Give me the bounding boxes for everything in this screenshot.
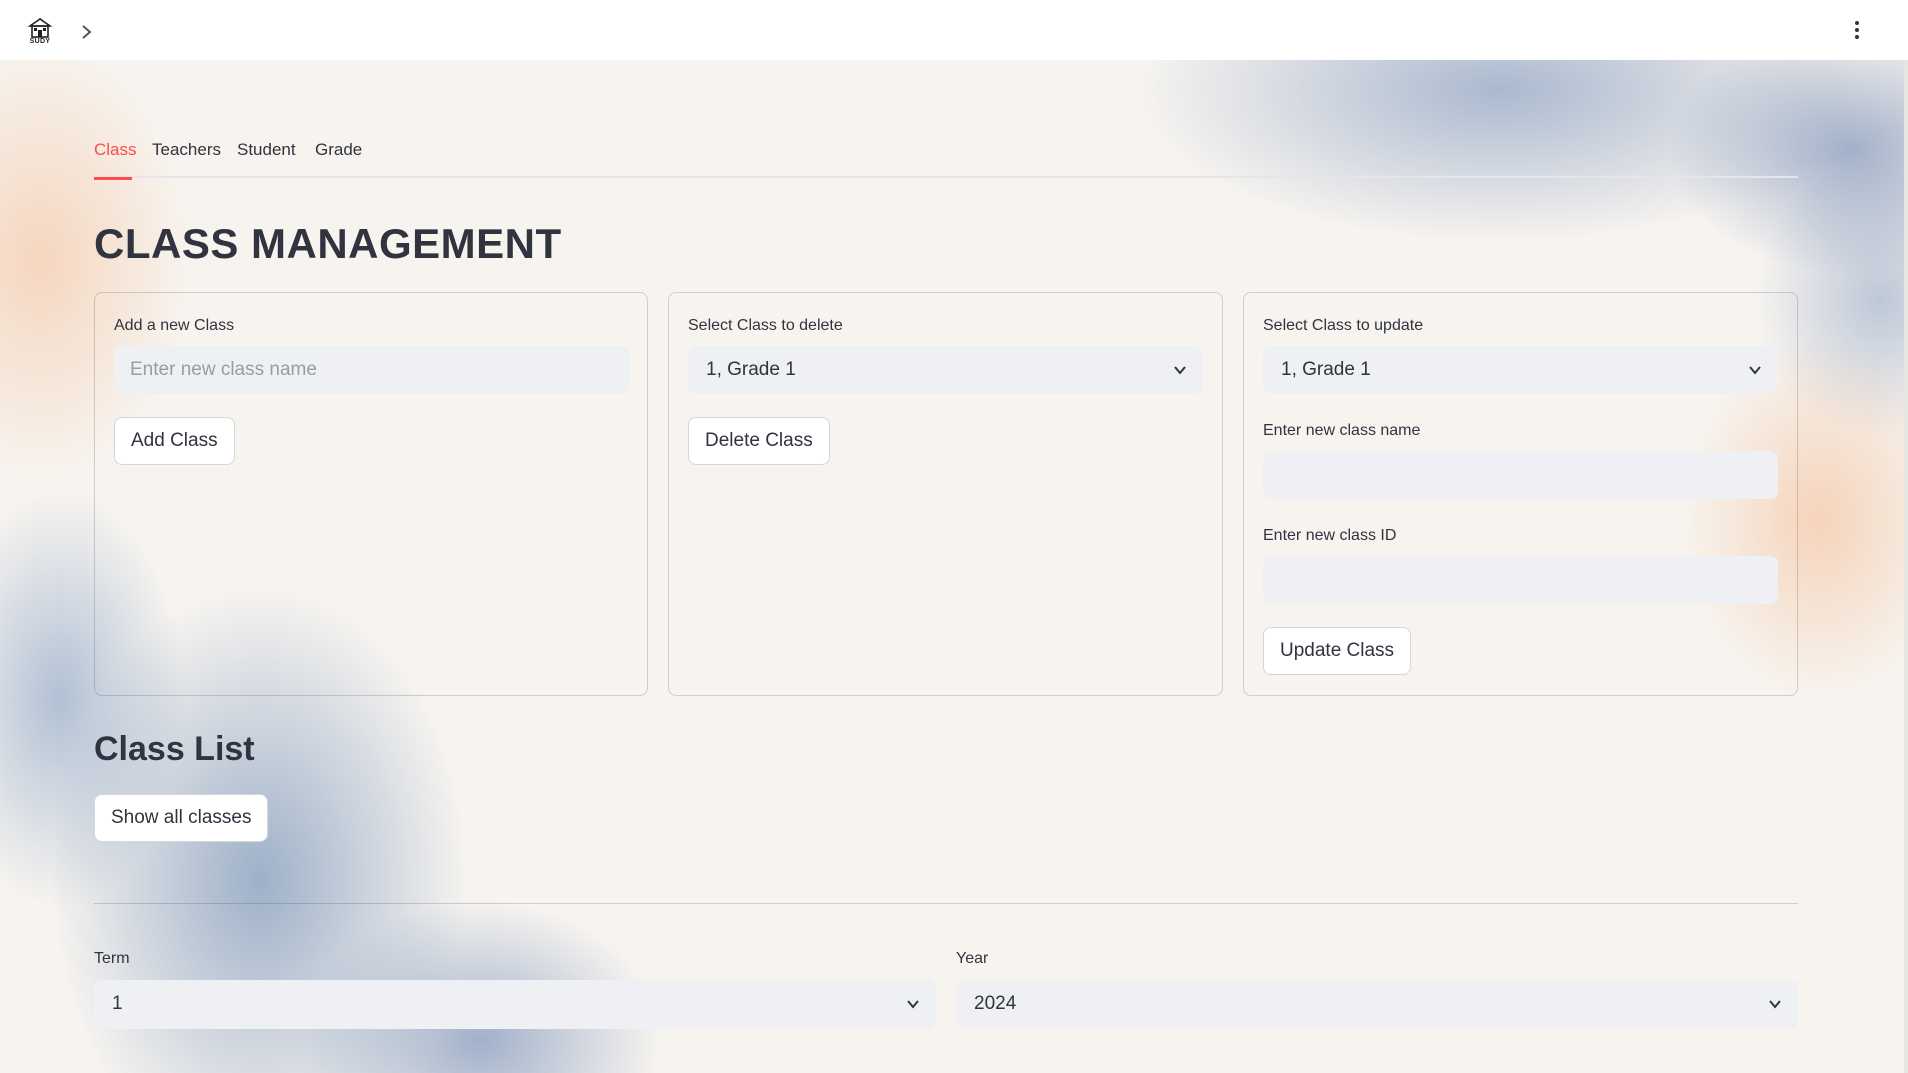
divider xyxy=(94,903,1798,904)
term-select[interactable]: 1 xyxy=(94,980,936,1029)
term-label: Term xyxy=(94,950,130,967)
update-class-id-input[interactable] xyxy=(1263,556,1778,604)
show-all-classes-button[interactable]: Show all classes xyxy=(94,794,269,842)
delete-class-button[interactable]: Delete Class xyxy=(688,417,830,465)
tab-student[interactable]: Student xyxy=(237,138,296,178)
update-class-select[interactable]: 1, Grade 1 xyxy=(1263,346,1778,394)
year-selected: 2024 xyxy=(974,993,1017,1014)
delete-class-label: Select Class to delete xyxy=(688,317,843,334)
tab-class[interactable]: Class xyxy=(94,138,137,180)
delete-class-select[interactable]: 1, Grade 1 xyxy=(688,346,1203,394)
update-class-selected: 1, Grade 1 xyxy=(1281,359,1371,380)
update-class-name-input[interactable] xyxy=(1263,451,1778,499)
tab-label: Teachers xyxy=(152,140,221,159)
tab-label: Student xyxy=(237,140,296,159)
top-bar: SUDY xyxy=(0,0,1908,60)
add-class-label: Add a new Class xyxy=(114,317,235,334)
add-class-card: Add a new Class Add Class xyxy=(94,292,648,696)
year-label: Year xyxy=(956,950,989,967)
delete-class-selected: 1, Grade 1 xyxy=(706,359,796,380)
chevron-down-icon xyxy=(1749,366,1761,375)
term-selected: 1 xyxy=(112,993,123,1014)
tab-label: Grade xyxy=(315,140,363,159)
kebab-menu-icon[interactable] xyxy=(1850,20,1864,40)
app-logo-icon: SUDY xyxy=(26,16,54,48)
chevron-right-icon[interactable] xyxy=(80,24,94,40)
update-class-button[interactable]: Update Class xyxy=(1263,627,1412,675)
active-tab-indicator xyxy=(94,177,132,180)
tab-label: Class xyxy=(94,140,137,159)
new-class-id-label: Enter new class ID xyxy=(1263,527,1397,544)
chevron-down-icon xyxy=(1174,366,1186,375)
chevron-down-icon xyxy=(1769,1000,1781,1009)
logo-text: SUDY xyxy=(29,38,51,45)
page-scrollbar[interactable] xyxy=(1904,60,1908,1073)
page-title: CLASS MANAGEMENT xyxy=(94,220,562,267)
tab-grade[interactable]: Grade xyxy=(315,138,362,178)
update-class-card: Select Class to update 1, Grade 1 Enter … xyxy=(1243,292,1798,696)
delete-class-card: Select Class to delete 1, Grade 1 Delete… xyxy=(668,292,1223,696)
tab-bar: Class Teachers Student Grade xyxy=(94,138,1798,180)
class-list-title: Class List xyxy=(94,730,255,768)
new-class-name-label: Enter new class name xyxy=(1263,422,1421,439)
chevron-down-icon xyxy=(907,1000,919,1009)
add-class-button[interactable]: Add Class xyxy=(114,417,235,465)
new-class-name-input[interactable] xyxy=(114,346,629,394)
update-class-label: Select Class to update xyxy=(1263,317,1424,334)
year-select[interactable]: 2024 xyxy=(956,980,1798,1029)
tab-teachers[interactable]: Teachers xyxy=(152,138,221,178)
